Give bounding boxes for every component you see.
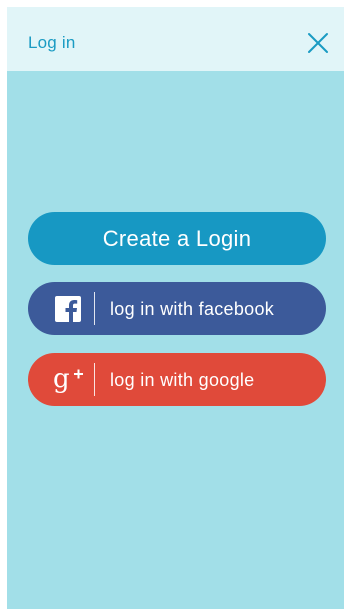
login-screen: Log in Create a Login log in with facebo… [7,7,344,609]
facebook-login-label: log in with facebook [110,299,275,319]
close-button[interactable] [306,31,330,55]
create-login-button[interactable]: Create a Login [28,212,326,265]
facebook-login-button[interactable]: log in with facebook [28,282,326,335]
close-icon [308,33,328,53]
svg-text:g: g [53,364,70,394]
google-plus-icon: g [52,363,86,395]
create-login-label: Create a Login [102,226,252,251]
facebook-icon [55,296,81,322]
google-divider [94,363,95,396]
google-login-label: log in with google [110,370,255,390]
header-bar: Log in [7,7,344,71]
google-login-button[interactable]: g log in with google [28,353,326,406]
page-title: Log in [28,33,76,52]
facebook-divider [94,292,95,325]
